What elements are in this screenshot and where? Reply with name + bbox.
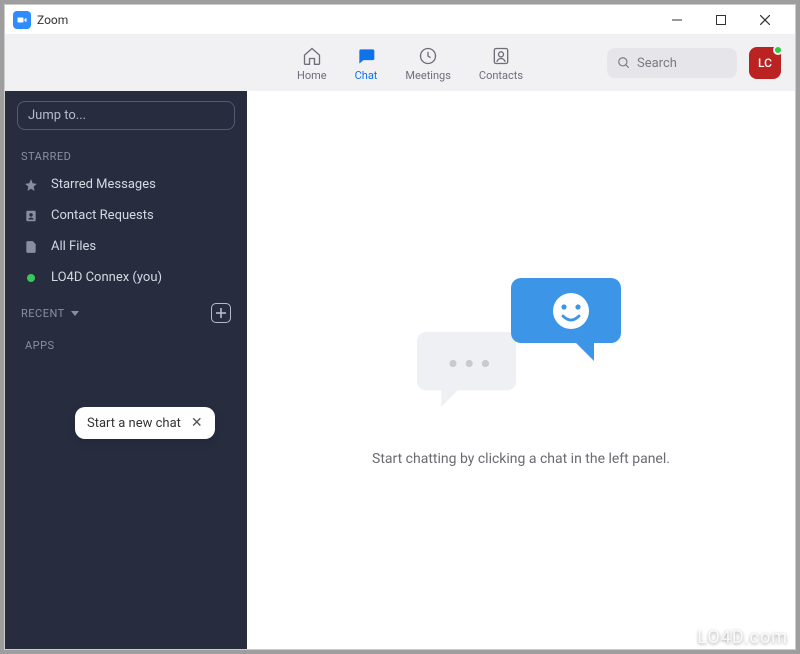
minimize-button[interactable] bbox=[655, 5, 699, 35]
home-icon bbox=[301, 45, 323, 67]
tab-chat[interactable]: Chat bbox=[355, 45, 378, 82]
tab-label: Meetings bbox=[405, 69, 450, 82]
main-panel: Start chatting by clicking a chat in the… bbox=[247, 91, 795, 649]
maximize-button[interactable] bbox=[699, 5, 743, 35]
sidebar-item-all-files[interactable]: All Files bbox=[17, 231, 235, 262]
tab-label: Chat bbox=[355, 69, 378, 82]
app-window: Zoom Home bbox=[4, 4, 796, 650]
search-icon bbox=[617, 56, 631, 70]
sidebar: Jump to... STARRED Starred Messages Cont… bbox=[5, 91, 247, 649]
top-nav: Home Chat Meetings Contacts bbox=[5, 35, 795, 91]
new-chat-tooltip: Start a new chat ✕ bbox=[75, 407, 215, 439]
star-icon bbox=[23, 178, 39, 192]
empty-state-text: Start chatting by clicking a chat in the… bbox=[372, 451, 670, 467]
chevron-down-icon bbox=[71, 311, 79, 316]
chat-icon bbox=[355, 45, 377, 67]
contacts-icon bbox=[490, 45, 512, 67]
jump-placeholder: Jump to... bbox=[28, 108, 86, 123]
profile-avatar[interactable]: LC bbox=[749, 47, 781, 79]
search-input[interactable]: Search bbox=[607, 48, 737, 78]
file-icon bbox=[23, 240, 39, 254]
presence-dot-icon bbox=[773, 45, 783, 55]
search-placeholder: Search bbox=[637, 56, 677, 71]
sidebar-item-label: Contact Requests bbox=[51, 208, 154, 223]
section-label-text: RECENT bbox=[21, 307, 65, 320]
tab-contacts[interactable]: Contacts bbox=[479, 45, 523, 82]
section-label-text: STARRED bbox=[21, 150, 71, 163]
jump-to-input[interactable]: Jump to... bbox=[17, 101, 235, 130]
section-apps[interactable]: APPS bbox=[21, 339, 231, 352]
zoom-app-icon bbox=[13, 11, 31, 29]
section-label-text: APPS bbox=[25, 339, 55, 352]
sidebar-item-label: LO4D Connex (you) bbox=[51, 270, 162, 285]
tooltip-text: Start a new chat bbox=[87, 416, 181, 431]
contact-icon bbox=[23, 209, 39, 223]
titlebar: Zoom bbox=[5, 5, 795, 35]
avatar-initials: LC bbox=[758, 56, 772, 70]
watermark: LO4D.com bbox=[697, 627, 788, 648]
new-chat-button[interactable] bbox=[211, 303, 231, 323]
section-starred: STARRED bbox=[21, 150, 231, 163]
sidebar-item-contact-requests[interactable]: Contact Requests bbox=[17, 200, 235, 231]
nav-tabs: Home Chat Meetings Contacts bbox=[297, 45, 523, 82]
empty-chat-illustration bbox=[411, 273, 631, 433]
window-controls bbox=[655, 5, 787, 35]
speech-bubble-blue-icon bbox=[511, 273, 631, 373]
sidebar-item-label: All Files bbox=[51, 239, 96, 254]
sidebar-item-label: Starred Messages bbox=[51, 177, 156, 192]
clock-icon bbox=[417, 45, 439, 67]
window-title: Zoom bbox=[37, 13, 68, 27]
app-body: Jump to... STARRED Starred Messages Cont… bbox=[5, 91, 795, 649]
section-recent[interactable]: RECENT bbox=[21, 307, 79, 320]
close-icon[interactable]: ✕ bbox=[191, 415, 203, 431]
presence-icon bbox=[23, 274, 39, 282]
tab-home[interactable]: Home bbox=[297, 45, 327, 82]
tab-label: Home bbox=[297, 69, 327, 82]
close-button[interactable] bbox=[743, 5, 787, 35]
tab-label: Contacts bbox=[479, 69, 523, 82]
tab-meetings[interactable]: Meetings bbox=[405, 45, 450, 82]
sidebar-item-self[interactable]: LO4D Connex (you) bbox=[17, 262, 235, 293]
sidebar-item-starred-messages[interactable]: Starred Messages bbox=[17, 169, 235, 200]
